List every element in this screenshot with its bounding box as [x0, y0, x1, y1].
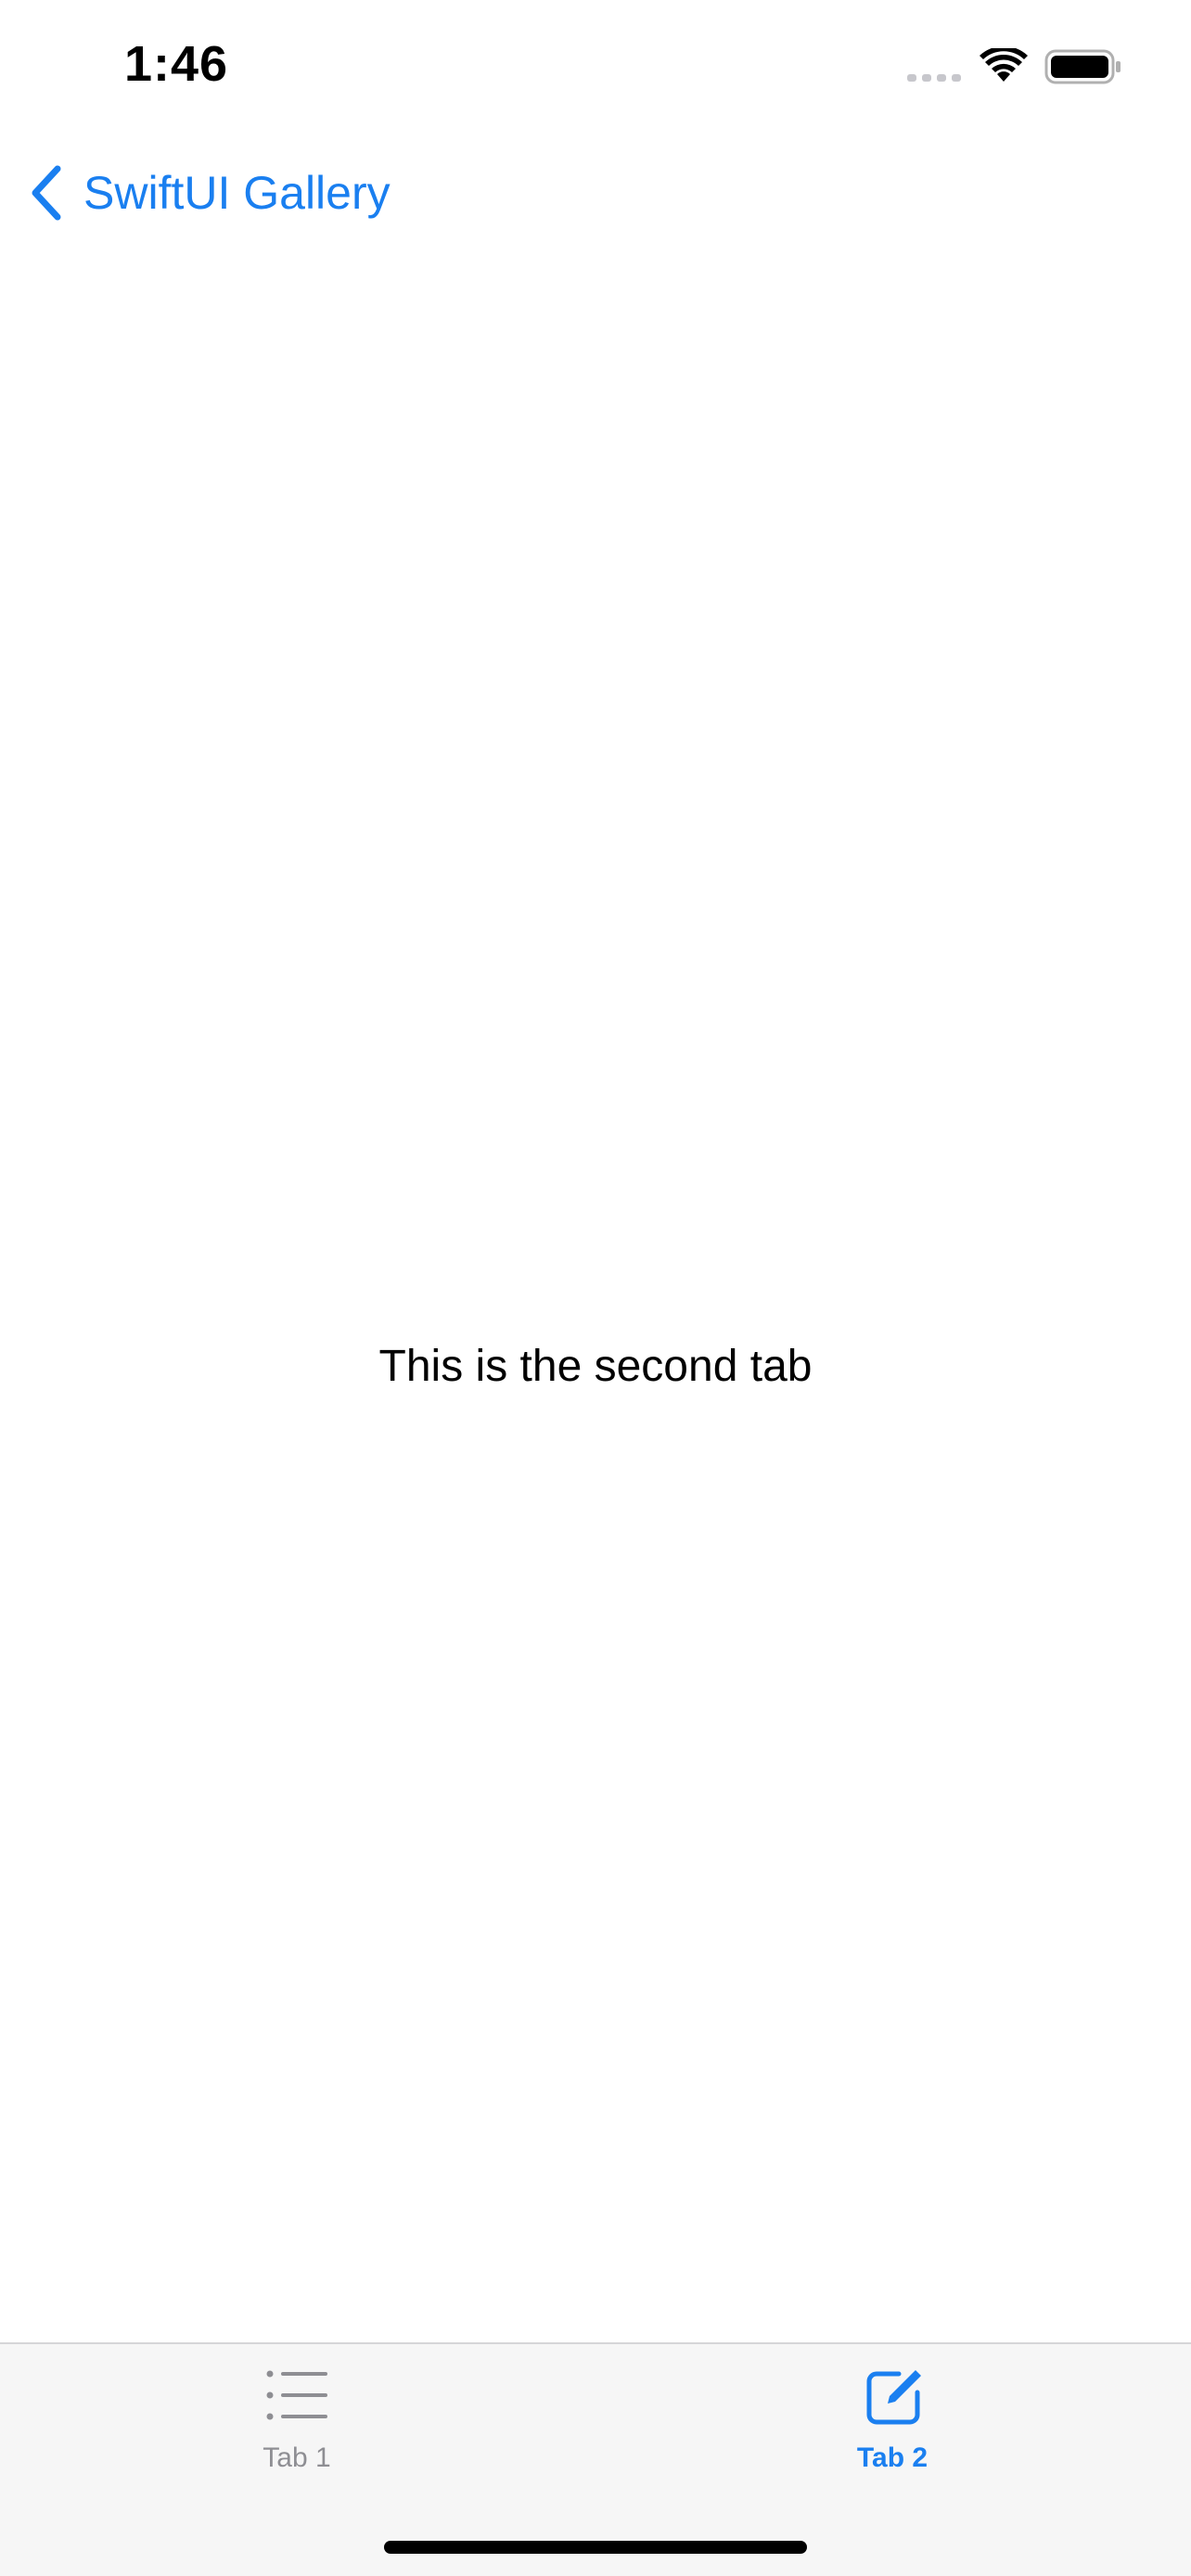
- battery-icon: [1044, 49, 1121, 84]
- tab-2-label: Tab 2: [856, 2442, 928, 2473]
- back-button[interactable]: SwiftUI Gallery: [28, 156, 391, 230]
- tab-content-text: This is the second tab: [378, 1342, 813, 1391]
- status-bar: 1:46: [0, 0, 1191, 130]
- app-screen: 1:46 SwiftUI Gallery This is the second …: [0, 0, 1191, 2576]
- square-pencil-icon: [866, 2370, 921, 2425]
- cellular-signal-icon: [907, 74, 961, 82]
- chevron-left-icon: [32, 165, 61, 221]
- tab-1[interactable]: Tab 1: [186, 2363, 408, 2502]
- back-button-label: SwiftUI Gallery: [83, 167, 391, 219]
- tab-1-label: Tab 1: [263, 2442, 331, 2473]
- list-icon: [266, 2370, 327, 2420]
- home-indicator[interactable]: [384, 2541, 807, 2554]
- wifi-icon: [980, 48, 1028, 82]
- status-time: 1:46: [124, 36, 229, 92]
- tab-2[interactable]: Tab 2: [781, 2363, 1004, 2502]
